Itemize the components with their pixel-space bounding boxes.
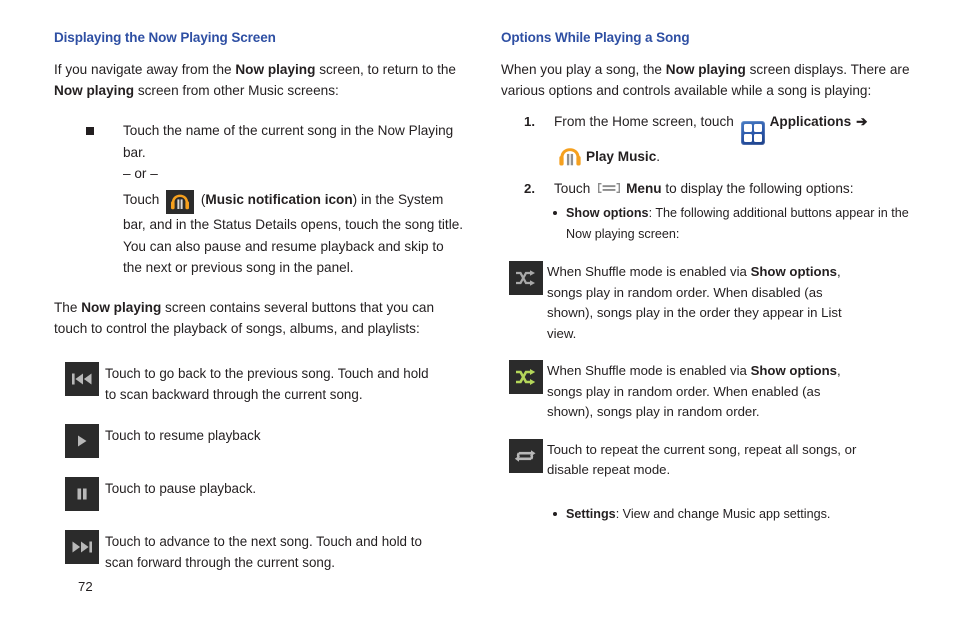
settings-bullet: Settings: View and change Music app sett… <box>553 504 924 525</box>
option-text-1: When Shuffle mode is enabled via <box>547 264 751 280</box>
alt-bold-1: Music notification icon <box>205 192 353 208</box>
control-row-previous: Touch to go back to the previous song. T… <box>65 361 466 405</box>
square-bullet-item: Touch the name of the current song in th… <box>65 120 466 163</box>
option-description: When Shuffle mode is enabled via Show op… <box>547 261 859 344</box>
intro-text-2: screen, to return to the <box>315 62 456 78</box>
icon-cell <box>65 529 105 564</box>
step-1-number: 1. <box>524 114 535 130</box>
outro-text-1: The <box>54 299 82 315</box>
apps-grid <box>743 124 762 143</box>
control-row-play: Touch to resume playback <box>65 423 466 458</box>
option-row-repeat: Touch to repeat the current song, repeat… <box>509 438 921 481</box>
play-music-icon[interactable] <box>557 146 583 175</box>
step-2-text-2: to display the following options: <box>661 181 854 197</box>
step-2-text-1: Touch <box>554 181 595 197</box>
icon-cell <box>65 423 105 458</box>
step-1: 1. From the Home screen, touch Applicati… <box>510 110 921 175</box>
step-2-number: 2. <box>524 181 535 197</box>
control-row-pause: Touch to pause playback. <box>65 476 466 511</box>
settings-text: : View and change Music app settings. <box>615 506 831 521</box>
apps-cell <box>753 124 762 133</box>
bullet-dot-icon <box>553 511 557 516</box>
page-title-left: Displaying the Now Playing Screen <box>54 30 276 45</box>
manual-page: Displaying the Now Playing Screen If you… <box>0 0 954 636</box>
shuffle-enabled-icon[interactable] <box>509 360 543 395</box>
alt-instruction-item: Touch (Music notification icon) in the S… <box>65 189 466 279</box>
step-2: 2. Touch Menu to display the following o… <box>510 177 921 200</box>
intro-text-1: If you navigate away from the <box>54 62 236 78</box>
option-text-1: Touch to repeat the current song, repeat… <box>547 441 857 478</box>
option-row-shuffle-enabled: When Shuffle mode is enabled via Show op… <box>509 360 921 423</box>
control-description: Touch to resume playback <box>105 427 261 443</box>
applications-icon[interactable] <box>740 121 765 146</box>
option-text-1: When Shuffle mode is enabled via <box>547 363 751 379</box>
shuffle-disabled-icon[interactable] <box>509 261 543 296</box>
option-row-shuffle-disabled: When Shuffle mode is enabled via Show op… <box>509 261 921 344</box>
show-options-bullet: Show options: The following additional b… <box>553 203 924 245</box>
control-description: Touch to go back to the previous song. T… <box>105 365 429 402</box>
option-bold-1: Show options <box>750 264 838 280</box>
option-description: When Shuffle mode is enabled via Show op… <box>547 360 859 423</box>
settings-label: Settings <box>566 506 616 521</box>
control-description: Touch to pause playback. <box>105 480 257 496</box>
alt-text-1: Touch <box>123 192 164 208</box>
square-bullet-text: Touch the name of the current song in th… <box>123 123 454 160</box>
play-icon[interactable] <box>65 423 99 458</box>
step-1-bold-1: Applications <box>769 114 852 130</box>
right-column: Options While Playing a Song When you pl… <box>501 30 921 525</box>
right-intro-paragraph: When you play a song, the Now playing sc… <box>501 59 913 101</box>
intro-bold-2: Now playing <box>54 83 135 99</box>
intro-text-3: screen from other Music screens: <box>134 83 339 99</box>
or-separator: – or – <box>123 166 158 182</box>
left-outro-paragraph: The Now playing screen contains several … <box>54 297 466 339</box>
left-intro-paragraph: If you navigate away from the Now playin… <box>54 59 466 101</box>
icon-cell <box>509 438 547 473</box>
icon-cell <box>65 361 105 396</box>
step-2-bold-1: Menu <box>626 181 662 197</box>
square-bullet-icon <box>86 127 94 136</box>
step-1-arrow: ➔ <box>856 114 868 130</box>
right-intro-text-1: When you play a song, the <box>501 62 666 78</box>
option-bold-1: Show options <box>750 363 838 379</box>
page-number: 72 <box>78 579 93 594</box>
bullet-dot-icon <box>553 211 557 216</box>
control-row-next: Touch to advance to the next song. Touch… <box>65 529 466 573</box>
apps-cell <box>743 134 752 143</box>
right-intro-bold-1: Now playing <box>665 62 746 78</box>
icon-cell <box>509 261 547 296</box>
previous-track-icon[interactable] <box>65 361 99 396</box>
menu-icon[interactable] <box>596 180 622 196</box>
pause-icon[interactable] <box>65 476 99 511</box>
left-column: Displaying the Now Playing Screen If you… <box>54 30 466 573</box>
icon-cell <box>509 360 547 395</box>
apps-cell <box>743 124 752 133</box>
next-track-icon[interactable] <box>65 529 99 564</box>
icon-cell <box>65 476 105 511</box>
intro-bold-1: Now playing <box>235 62 316 78</box>
show-options-label: Show options <box>566 206 649 221</box>
apps-cell <box>753 134 762 143</box>
music-notification-icon <box>166 190 195 215</box>
repeat-icon[interactable] <box>509 438 543 473</box>
page-title-right: Options While Playing a Song <box>501 30 690 45</box>
outro-bold-1: Now playing <box>81 299 162 315</box>
step-1-text-1: From the Home screen, touch <box>554 114 738 130</box>
option-description: Touch to repeat the current song, repeat… <box>547 439 859 481</box>
step-1-bold-2: Play Music <box>586 149 657 165</box>
step-1-text-2: . <box>656 149 661 165</box>
control-description: Touch to advance to the next song. Touch… <box>105 533 422 570</box>
